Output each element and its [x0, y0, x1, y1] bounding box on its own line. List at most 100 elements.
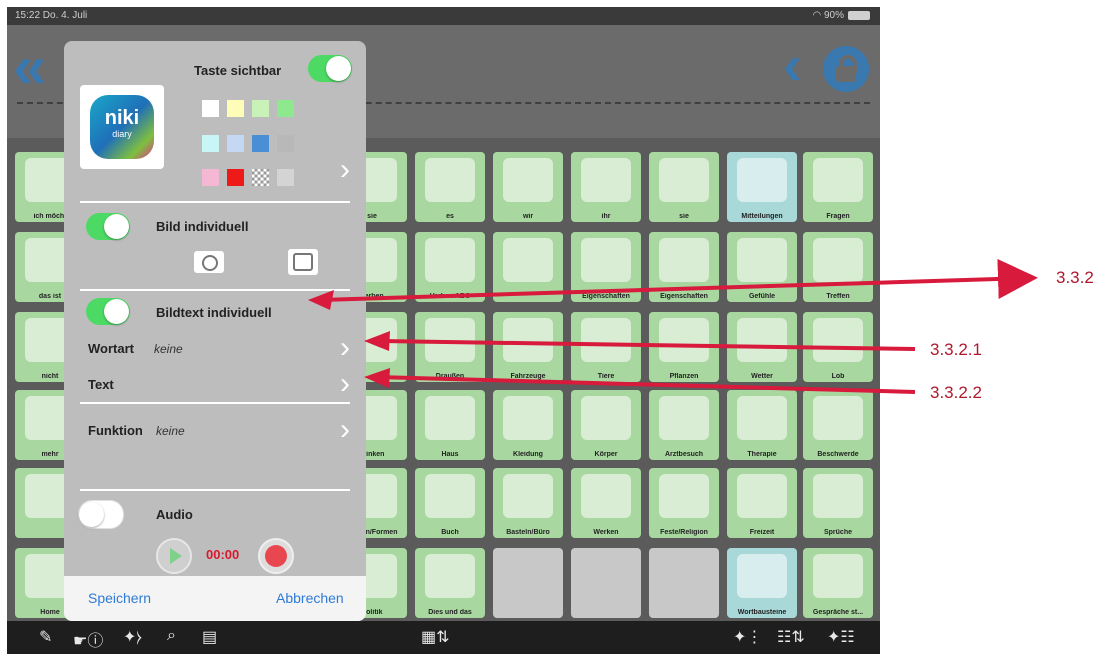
grid-cell[interactable]: Basteln/Büro	[493, 468, 563, 538]
lock-icon[interactable]	[823, 46, 869, 92]
grid-cell[interactable]: Dies und das	[415, 548, 485, 618]
search-icon[interactable]: ⌕	[167, 627, 176, 645]
audio-toggle[interactable]	[78, 500, 124, 529]
cancel-button[interactable]: Abbrechen	[276, 590, 344, 606]
color-swatch[interactable]	[252, 135, 269, 152]
grid-cell[interactable]: Gespräche st...	[803, 548, 873, 618]
grid-cell[interactable]: Feste/Religion	[649, 468, 719, 538]
taste-sichtbar-toggle[interactable]	[308, 55, 352, 82]
grid-cell[interactable]: Körper	[571, 390, 641, 460]
color-swatch[interactable]	[277, 169, 294, 186]
grid-cell[interactable]: wir	[493, 152, 563, 222]
grid-cell[interactable]: Verben ABC	[415, 232, 485, 302]
play-button[interactable]	[156, 538, 192, 574]
symbol-picture	[503, 238, 553, 282]
grid-cell[interactable]: Beschwerde	[803, 390, 873, 460]
color-swatch[interactable]	[277, 100, 294, 117]
photo-library-icon[interactable]	[288, 249, 318, 275]
grid-cell-label: Freizeit	[749, 529, 775, 536]
funktion-row[interactable]: Funktion keine ›	[64, 415, 366, 447]
grid-cell[interactable]: Gefühle	[727, 232, 797, 302]
grid-cell[interactable]: ihr	[571, 152, 641, 222]
grid-cell[interactable]: Eigenschaften	[571, 232, 641, 302]
grid-speak-icon[interactable]: ✦☷	[827, 627, 855, 647]
callout-3-3-2-2: 3.3.2.2	[930, 383, 982, 402]
symbol-picture	[737, 318, 787, 362]
grid-cell[interactable]: Fahrzeuge	[493, 312, 563, 382]
grid-cell[interactable]: Sprüche	[803, 468, 873, 538]
grid-cell[interactable]: Eigenschaften	[649, 232, 719, 302]
grid-cell[interactable]: Werken	[571, 468, 641, 538]
grid-cell[interactable]: Draußen	[415, 312, 485, 382]
grid-cell[interactable]: Mitteilungen	[727, 152, 797, 222]
grid-cell[interactable]: Arztbesuch	[649, 390, 719, 460]
info-icon[interactable]: ☛ⓘ	[73, 627, 103, 651]
grid-cell[interactable]: Wetter	[727, 312, 797, 382]
grid-cell[interactable]	[649, 548, 719, 618]
wortart-value: keine	[154, 342, 183, 356]
bild-individuell-label: Bild individuell	[156, 219, 249, 234]
grid-cell[interactable]: sie	[649, 152, 719, 222]
color-swatch[interactable]	[227, 100, 244, 117]
grid-cell[interactable]: Tiere	[571, 312, 641, 382]
grid-cell[interactable]: Wortbausteine	[727, 548, 797, 618]
ipad-screen: 15:22 Do. 4. Juli ◠ 90% « ‹ ich möcht sie…	[7, 7, 880, 654]
grid-cell-label: Kleidung	[513, 451, 543, 458]
color-swatch[interactable]	[227, 135, 244, 152]
grid-cell[interactable]: Treffen	[803, 232, 873, 302]
divider	[80, 402, 350, 404]
grid-cell[interactable]: Pflanzen	[649, 312, 719, 382]
color-swatch[interactable]	[202, 135, 219, 152]
camera-icon[interactable]	[194, 251, 224, 273]
status-time: 15:22 Do. 4. Juli	[15, 10, 88, 21]
callout-3-3-2: 3.3.2	[1056, 268, 1094, 287]
grid-cell[interactable]: Freizeit	[727, 468, 797, 538]
wortart-label: Wortart	[88, 341, 134, 356]
grid-cell[interactable]: Fragen	[803, 152, 873, 222]
speak-list-icon[interactable]: ✦⋮	[733, 627, 762, 647]
symbol-picture	[659, 318, 709, 362]
pencil-icon[interactable]: ✎	[39, 627, 52, 647]
speak-icon[interactable]: ✦⧽	[123, 627, 142, 647]
grid-cell[interactable]: Buch	[415, 468, 485, 538]
logo-text-diary: diary	[112, 129, 132, 139]
color-swatch[interactable]	[227, 169, 244, 186]
grid-cell[interactable]: Therapie	[727, 390, 797, 460]
color-swatch[interactable]	[277, 135, 294, 152]
grid-cell[interactable]: Haus	[415, 390, 485, 460]
button-preview-image[interactable]: niki diary	[80, 85, 164, 169]
grid-edit-icon[interactable]: ▦⇅	[421, 627, 450, 647]
grid-sort-icon[interactable]: ☷⇅	[777, 627, 805, 647]
color-swatch[interactable]	[202, 169, 219, 186]
color-swatch[interactable]	[252, 169, 269, 186]
grid-cell[interactable]: Kleidung	[493, 390, 563, 460]
wortart-row[interactable]: Wortart keine ›	[64, 333, 366, 365]
color-swatch[interactable]	[202, 100, 219, 117]
symbol-picture	[737, 158, 787, 202]
grid-cell[interactable]: Lob	[803, 312, 873, 382]
save-button[interactable]: Speichern	[88, 590, 151, 606]
grid-cell[interactable]	[493, 232, 563, 302]
color-swatch[interactable]	[252, 100, 269, 117]
grid-cell-label: Haus	[441, 451, 459, 458]
record-button[interactable]	[258, 538, 294, 574]
grid-cell[interactable]	[571, 548, 641, 618]
grid-cell[interactable]: es	[415, 152, 485, 222]
symbol-picture	[813, 318, 863, 362]
bild-individuell-toggle[interactable]	[86, 213, 130, 240]
bottom-toolbar: ✎ ☛ⓘ ✦⧽ ⌕ ▤ ▦⇅ ✦⋮ ☷⇅ ✦☷	[7, 621, 880, 654]
divider	[80, 201, 350, 203]
audio-label: Audio	[156, 507, 193, 522]
book-icon[interactable]: ▤	[202, 627, 217, 647]
chevron-right-icon[interactable]: ›	[340, 155, 350, 185]
audio-duration: 00:00	[206, 547, 240, 562]
bildtext-individuell-toggle[interactable]	[86, 298, 130, 325]
symbol-picture	[659, 554, 709, 598]
back-icon[interactable]: ‹	[783, 35, 802, 95]
grid-cell-label: Wetter	[751, 373, 773, 380]
status-bar: 15:22 Do. 4. Juli ◠ 90%	[7, 7, 880, 25]
grid-cell-label: Mitteilungen	[741, 213, 783, 220]
grid-cell[interactable]	[493, 548, 563, 618]
text-row[interactable]: Text ›	[64, 369, 366, 401]
double-back-icon[interactable]: «	[13, 37, 46, 97]
